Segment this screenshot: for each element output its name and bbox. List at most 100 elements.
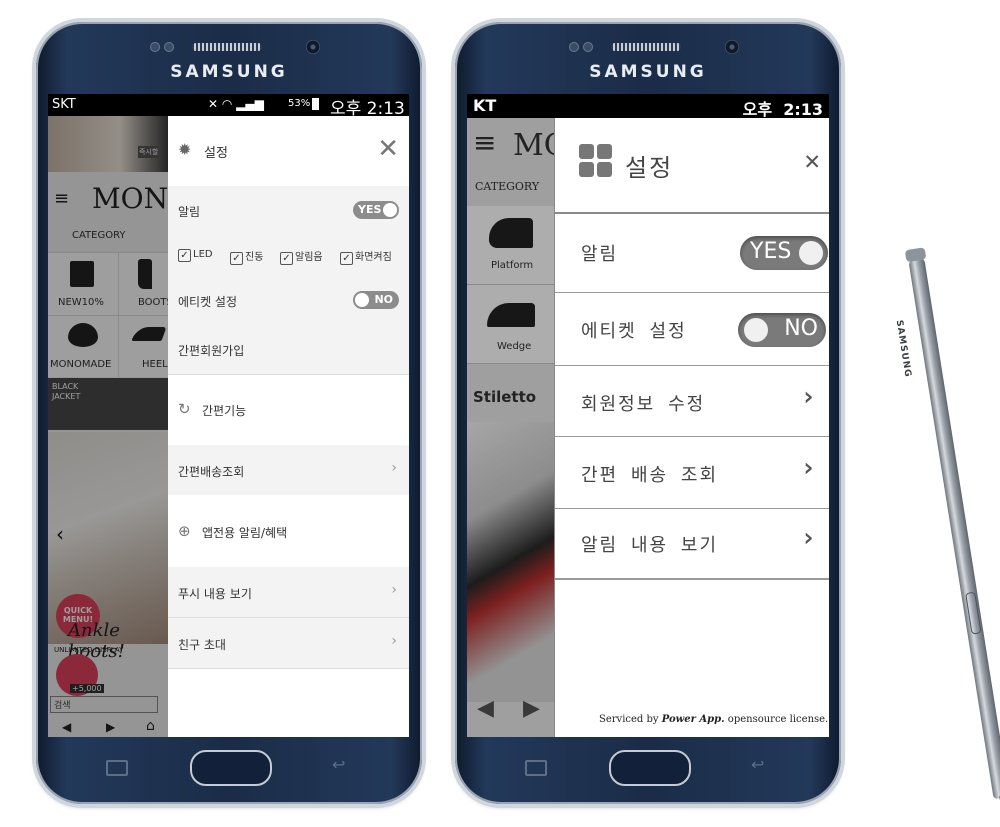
delivery-row[interactable]: 간편배송조회 › [168, 445, 409, 495]
alarm-label: 알림 [581, 244, 619, 265]
s-pen-stylus: SAMSUNG [894, 247, 1000, 803]
status-bar: KT 오후 2:13 [467, 94, 829, 119]
toggle-text: YES [358, 203, 382, 216]
etiquette-toggle[interactable]: NO [738, 313, 826, 347]
signup-row[interactable]: 간편회원가입 [168, 324, 409, 375]
alarm-content-row[interactable]: 알림 내용 보기 › [555, 509, 829, 580]
settings-drawer: ✹ 설정 ✕ 알림 YES ✓ LED ✓ 진동 ✓ 알림음 ✓ 화면켜짐 에티켓 설정 [168, 116, 409, 737]
close-icon[interactable]: ✕ [377, 134, 399, 164]
alarm-toggle[interactable]: YES [353, 201, 399, 219]
grid-cell [597, 162, 612, 177]
background-dim-overlay[interactable] [467, 118, 554, 737]
earpiece-speaker [611, 43, 681, 51]
left-phone: SAMSUNG SKT ✕ ◠ ▂▄▆ 53% 오후 2:13 즉시할 ≡ MO… [36, 22, 422, 804]
check-label: 화면켜짐 [355, 252, 392, 263]
proximity-sensor [569, 42, 579, 52]
close-icon[interactable]: ✕ [804, 146, 822, 176]
delivery-label: 간편 배송 조회 [581, 465, 719, 486]
phone-brand: SAMSUNG [170, 62, 288, 82]
refresh-icon: ↻ [178, 400, 191, 418]
right-screen: KT 오후 2:13 ≡ MC CATEGORY Platform Wedge … [467, 94, 829, 737]
light-sensor [164, 42, 174, 52]
background-dim-overlay[interactable] [48, 116, 168, 737]
quick-features-header: ↻ 간편기능 [168, 375, 409, 445]
etiquette-row: 에티켓 설정 NO [555, 293, 829, 366]
footer-credit: Serviced by Power App. opensource licens… [599, 714, 828, 725]
quick-features-title: 간편기능 [202, 404, 247, 418]
drawer-title: 설정 [204, 146, 228, 161]
footer-brand: Power App. [661, 714, 725, 725]
member-edit-label: 회원정보 수정 [581, 394, 706, 415]
check-sound[interactable]: ✓ 알림음 [280, 248, 323, 265]
toggle-text: NO [784, 316, 818, 341]
pen-cap [904, 247, 927, 263]
light-sensor [583, 42, 593, 52]
front-camera-icon [306, 40, 320, 54]
grid-cell [579, 162, 594, 177]
drawer-header: ✹ 설정 ✕ [168, 116, 409, 186]
carrier-label: SKT [52, 97, 76, 112]
app-alert-title: 앱전용 알림/혜택 [202, 526, 288, 540]
back-key-icon[interactable]: ↩ [751, 755, 764, 774]
check-label: 알림음 [295, 252, 323, 263]
member-edit-row[interactable]: 회원정보 수정 › [555, 366, 829, 437]
check-vibrate[interactable]: ✓ 진동 [230, 248, 264, 265]
toggle-knob [799, 241, 823, 265]
pen-label: SAMSUNG [893, 319, 913, 379]
signal-icons: ✕ ◠ ▂▄▆ [208, 97, 264, 111]
check-screen-on[interactable]: ✓ 화면켜짐 [340, 248, 392, 265]
chevron-right-icon: › [800, 382, 818, 412]
battery-percent: 53% [288, 98, 311, 109]
front-camera-icon [725, 40, 739, 54]
left-screen: SKT ✕ ◠ ▂▄▆ 53% 오후 2:13 즉시할 ≡ MONO CATEG… [48, 94, 409, 737]
earpiece-speaker [192, 43, 262, 51]
settings-drawer: 설정 ✕ 알림 YES 에티켓 설정 NO 회원정보 수정 › 간편 배송 조회… [554, 118, 829, 737]
toggle-knob [744, 318, 768, 342]
footer-suffix: opensource license. [727, 714, 829, 725]
recent-apps-icon[interactable] [525, 760, 547, 776]
target-icon: ⊕ [178, 522, 191, 540]
grid-cell [579, 144, 594, 159]
phone-brand: SAMSUNG [589, 62, 707, 82]
chevron-right-icon: › [800, 453, 818, 483]
chevron-right-icon: › [391, 460, 397, 476]
back-key-icon[interactable]: ↩ [332, 755, 345, 774]
proximity-sensor [150, 42, 160, 52]
battery-icon [312, 98, 319, 110]
pen-button[interactable] [965, 591, 982, 635]
home-button[interactable] [190, 750, 272, 786]
check-led[interactable]: ✓ LED [178, 248, 213, 262]
check-label: 진동 [245, 252, 264, 263]
toggle-knob [383, 203, 397, 217]
chevron-right-icon: › [391, 633, 397, 649]
alarm-content-label: 알림 내용 보기 [581, 535, 719, 556]
invite-row[interactable]: 친구 초대 › [168, 618, 409, 669]
etiquette-label: 에티켓 설정 [581, 321, 687, 342]
carrier-label: KT [473, 96, 497, 115]
drawer-title: 설정 [625, 154, 674, 182]
etiquette-toggle[interactable]: NO [353, 291, 399, 309]
delivery-row[interactable]: 간편 배송 조회 › [555, 437, 829, 509]
etiquette-row: 에티켓 설정 NO [168, 276, 409, 325]
clock: 오후 2:13 [742, 100, 823, 119]
push-row[interactable]: 푸시 내용 보기 › [168, 567, 409, 618]
alarm-options-row: ✓ LED ✓ 진동 ✓ 알림음 ✓ 화면켜짐 [168, 234, 409, 277]
drawer-header: 설정 ✕ [555, 118, 829, 214]
footer-prefix: Serviced by [599, 714, 659, 725]
status-bar: SKT ✕ ◠ ▂▄▆ 53% 오후 2:13 [48, 94, 409, 119]
etiquette-label: 에티켓 설정 [178, 295, 238, 309]
alarm-toggle[interactable]: YES [740, 236, 828, 270]
delivery-label: 간편배송조회 [178, 465, 245, 479]
recent-apps-icon[interactable] [106, 760, 128, 776]
toggle-text: NO [374, 293, 393, 306]
check-label: LED [193, 249, 213, 260]
alarm-row: 알림 YES [555, 214, 829, 293]
chevron-right-icon: › [800, 523, 818, 553]
app-alert-header: ⊕ 앱전용 알림/혜택 [168, 495, 409, 567]
toggle-text: YES [750, 239, 792, 264]
home-button[interactable] [609, 750, 691, 786]
chevron-right-icon: › [391, 582, 397, 598]
grid-icon [579, 144, 613, 178]
push-label: 푸시 내용 보기 [178, 587, 252, 601]
alarm-label: 알림 [178, 205, 201, 219]
